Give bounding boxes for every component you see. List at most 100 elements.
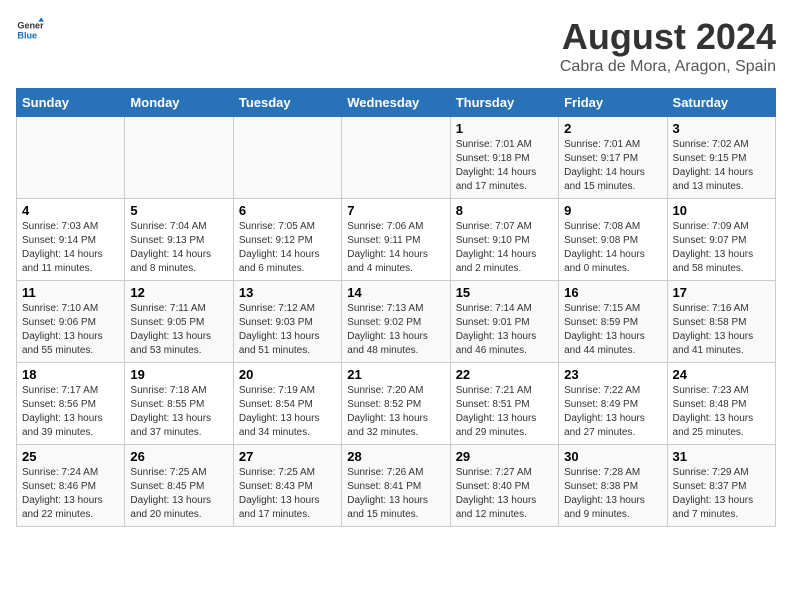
- day-info: Sunrise: 7:22 AM Sunset: 8:49 PM Dayligh…: [564, 384, 661, 440]
- table-row: 29 Sunrise: 7:27 AM Sunset: 8:40 PM Dayli…: [450, 445, 558, 527]
- table-row: 7 Sunrise: 7:06 AM Sunset: 9:11 PM Daylig…: [342, 199, 450, 281]
- day-number: 24: [673, 367, 770, 382]
- calendar-table: Sunday Monday Tuesday Wednesday Thursday…: [16, 88, 776, 527]
- day-number: 2: [564, 121, 661, 136]
- day-info: Sunrise: 7:27 AM Sunset: 8:40 PM Dayligh…: [456, 466, 553, 522]
- day-number: 27: [239, 449, 336, 464]
- col-tuesday: Tuesday: [233, 89, 341, 117]
- day-number: 16: [564, 285, 661, 300]
- table-row: 22 Sunrise: 7:21 AM Sunset: 8:51 PM Dayli…: [450, 363, 558, 445]
- table-row: 14 Sunrise: 7:13 AM Sunset: 9:02 PM Dayli…: [342, 281, 450, 363]
- day-info: Sunrise: 7:13 AM Sunset: 9:02 PM Dayligh…: [347, 302, 444, 358]
- day-number: 10: [673, 203, 770, 218]
- day-info: Sunrise: 7:21 AM Sunset: 8:51 PM Dayligh…: [456, 384, 553, 440]
- day-number: 7: [347, 203, 444, 218]
- table-row: 20 Sunrise: 7:19 AM Sunset: 8:54 PM Dayli…: [233, 363, 341, 445]
- day-info: Sunrise: 7:09 AM Sunset: 9:07 PM Dayligh…: [673, 220, 770, 276]
- day-number: 11: [22, 285, 119, 300]
- day-number: 23: [564, 367, 661, 382]
- table-row: 8 Sunrise: 7:07 AM Sunset: 9:10 PM Daylig…: [450, 199, 558, 281]
- day-info: Sunrise: 7:07 AM Sunset: 9:10 PM Dayligh…: [456, 220, 553, 276]
- day-number: 31: [673, 449, 770, 464]
- day-number: 13: [239, 285, 336, 300]
- table-row: 4Sunrise: 7:03 AM Sunset: 9:14 PM Daylig…: [17, 199, 125, 281]
- day-number: 29: [456, 449, 553, 464]
- col-saturday: Saturday: [667, 89, 775, 117]
- table-row: 15Sunrise: 7:14 AM Sunset: 9:01 PM Dayli…: [450, 281, 558, 363]
- svg-text:General: General: [17, 21, 44, 31]
- day-info: Sunrise: 7:23 AM Sunset: 8:48 PM Dayligh…: [673, 384, 770, 440]
- table-row: 5 Sunrise: 7:04 AM Sunset: 9:13 PM Daylig…: [125, 199, 233, 281]
- day-number: 19: [130, 367, 227, 382]
- table-row: 6 Sunrise: 7:05 AM Sunset: 9:12 PM Daylig…: [233, 199, 341, 281]
- table-row: 17Sunrise: 7:16 AM Sunset: 8:58 PM Dayli…: [667, 281, 775, 363]
- table-row: 28Sunrise: 7:26 AM Sunset: 8:41 PM Dayli…: [342, 445, 450, 527]
- table-row: 12 Sunrise: 7:11 AM Sunset: 9:05 PM Dayli…: [125, 281, 233, 363]
- table-row: 21Sunrise: 7:20 AM Sunset: 8:52 PM Dayli…: [342, 363, 450, 445]
- table-row: 2 Sunrise: 7:01 AM Sunset: 9:17 PM Daylig…: [559, 117, 667, 199]
- table-row: 30Sunrise: 7:28 AM Sunset: 8:38 PM Dayli…: [559, 445, 667, 527]
- table-row: [17, 117, 125, 199]
- page-title: August 2024: [560, 16, 776, 58]
- day-number: 20: [239, 367, 336, 382]
- day-number: 21: [347, 367, 444, 382]
- day-info: Sunrise: 7:16 AM Sunset: 8:58 PM Dayligh…: [673, 302, 770, 358]
- day-info: Sunrise: 7:08 AM Sunset: 9:08 PM Dayligh…: [564, 220, 661, 276]
- table-row: 13Sunrise: 7:12 AM Sunset: 9:03 PM Dayli…: [233, 281, 341, 363]
- day-info: Sunrise: 7:25 AM Sunset: 8:45 PM Dayligh…: [130, 466, 227, 522]
- calendar-week-4: 18 Sunrise: 7:17 AM Sunset: 8:56 PM Dayli…: [17, 363, 776, 445]
- table-row: 27 Sunrise: 7:25 AM Sunset: 8:43 PM Dayli…: [233, 445, 341, 527]
- day-info: Sunrise: 7:29 AM Sunset: 8:37 PM Dayligh…: [673, 466, 770, 522]
- day-info: Sunrise: 7:02 AM Sunset: 9:15 PM Dayligh…: [673, 138, 770, 194]
- day-number: 9: [564, 203, 661, 218]
- table-row: 25 Sunrise: 7:24 AM Sunset: 8:46 PM Dayli…: [17, 445, 125, 527]
- day-info: Sunrise: 7:28 AM Sunset: 8:38 PM Dayligh…: [564, 466, 661, 522]
- table-row: 11 Sunrise: 7:10 AM Sunset: 9:06 PM Dayli…: [17, 281, 125, 363]
- day-number: 5: [130, 203, 227, 218]
- day-info: Sunrise: 7:24 AM Sunset: 8:46 PM Dayligh…: [22, 466, 119, 522]
- col-friday: Friday: [559, 89, 667, 117]
- table-row: 19Sunrise: 7:18 AM Sunset: 8:55 PM Dayli…: [125, 363, 233, 445]
- day-info: Sunrise: 7:15 AM Sunset: 8:59 PM Dayligh…: [564, 302, 661, 358]
- day-number: 28: [347, 449, 444, 464]
- day-number: 12: [130, 285, 227, 300]
- table-row: [125, 117, 233, 199]
- day-number: 15: [456, 285, 553, 300]
- day-info: Sunrise: 7:25 AM Sunset: 8:43 PM Dayligh…: [239, 466, 336, 522]
- day-number: 18: [22, 367, 119, 382]
- day-info: Sunrise: 7:19 AM Sunset: 8:54 PM Dayligh…: [239, 384, 336, 440]
- col-wednesday: Wednesday: [342, 89, 450, 117]
- day-number: 25: [22, 449, 119, 464]
- day-info: Sunrise: 7:17 AM Sunset: 8:56 PM Dayligh…: [22, 384, 119, 440]
- day-info: Sunrise: 7:04 AM Sunset: 9:13 PM Dayligh…: [130, 220, 227, 276]
- col-thursday: Thursday: [450, 89, 558, 117]
- day-number: 26: [130, 449, 227, 464]
- day-info: Sunrise: 7:06 AM Sunset: 9:11 PM Dayligh…: [347, 220, 444, 276]
- table-row: 16 Sunrise: 7:15 AM Sunset: 8:59 PM Dayli…: [559, 281, 667, 363]
- day-info: Sunrise: 7:10 AM Sunset: 9:06 PM Dayligh…: [22, 302, 119, 358]
- col-monday: Monday: [125, 89, 233, 117]
- table-row: 18 Sunrise: 7:17 AM Sunset: 8:56 PM Dayli…: [17, 363, 125, 445]
- page-subtitle: Cabra de Mora, Aragon, Spain: [560, 58, 776, 76]
- day-number: 14: [347, 285, 444, 300]
- calendar-header-row: Sunday Monday Tuesday Wednesday Thursday…: [17, 89, 776, 117]
- day-number: 4: [22, 203, 119, 218]
- day-info: Sunrise: 7:01 AM Sunset: 9:18 PM Dayligh…: [456, 138, 553, 194]
- table-row: 23 Sunrise: 7:22 AM Sunset: 8:49 PM Dayli…: [559, 363, 667, 445]
- calendar-week-2: 4Sunrise: 7:03 AM Sunset: 9:14 PM Daylig…: [17, 199, 776, 281]
- page-header: General Blue August 2024 Cabra de Mora, …: [16, 16, 776, 76]
- calendar-week-1: 1 Sunrise: 7:01 AM Sunset: 9:18 PM Daylig…: [17, 117, 776, 199]
- title-section: August 2024 Cabra de Mora, Aragon, Spain: [560, 16, 776, 76]
- day-number: 1: [456, 121, 553, 136]
- day-info: Sunrise: 7:11 AM Sunset: 9:05 PM Dayligh…: [130, 302, 227, 358]
- table-row: [342, 117, 450, 199]
- day-info: Sunrise: 7:01 AM Sunset: 9:17 PM Dayligh…: [564, 138, 661, 194]
- table-row: [233, 117, 341, 199]
- day-number: 22: [456, 367, 553, 382]
- day-number: 8: [456, 203, 553, 218]
- calendar-week-5: 25 Sunrise: 7:24 AM Sunset: 8:46 PM Dayli…: [17, 445, 776, 527]
- table-row: 24 Sunrise: 7:23 AM Sunset: 8:48 PM Dayli…: [667, 363, 775, 445]
- day-info: Sunrise: 7:05 AM Sunset: 9:12 PM Dayligh…: [239, 220, 336, 276]
- day-number: 6: [239, 203, 336, 218]
- table-row: 26 Sunrise: 7:25 AM Sunset: 8:45 PM Dayli…: [125, 445, 233, 527]
